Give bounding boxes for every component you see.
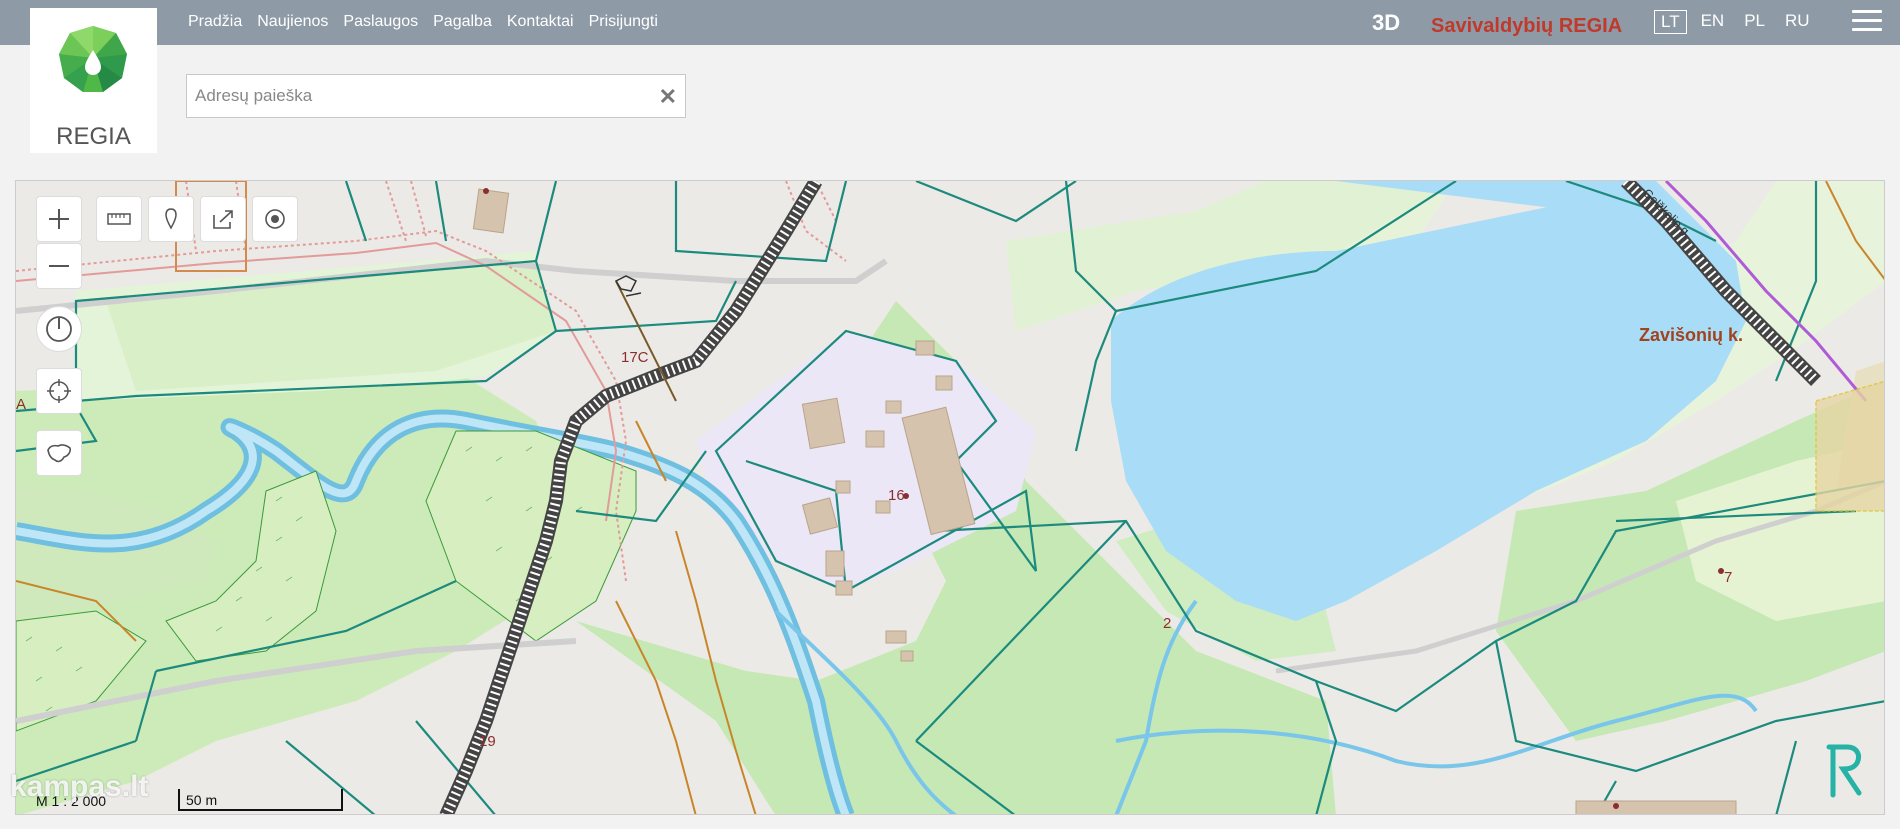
lang-en[interactable]: EN — [1695, 10, 1731, 34]
scale-bar-label: 50 m — [186, 792, 218, 808]
nav-item-login[interactable]: Prisijungti — [589, 13, 658, 31]
minus-icon — [49, 265, 69, 267]
share-icon — [213, 210, 233, 229]
pin-icon — [165, 208, 177, 230]
locate-button[interactable] — [252, 196, 298, 242]
nav-item-contacts[interactable]: Kontaktai — [507, 13, 574, 31]
marker-button[interactable] — [148, 196, 194, 242]
map-view[interactable]: 17C 16 2 7 19 A Zavišonių k. Gelžkelio g… — [15, 180, 1885, 815]
scale-bar: 50 m — [178, 789, 343, 811]
map-label-16: 16 — [888, 487, 905, 504]
3d-mode-button[interactable]: 3D — [1372, 10, 1400, 36]
crosshair-icon — [47, 379, 71, 403]
zoom-out-button[interactable] — [36, 243, 82, 289]
target-icon — [265, 209, 285, 229]
map-canvas[interactable] — [16, 181, 1885, 815]
map-label-a: A — [16, 396, 27, 413]
zoom-in-button[interactable] — [36, 196, 82, 242]
menu-icon[interactable] — [1852, 10, 1882, 36]
plus-icon — [49, 209, 69, 229]
language-switcher: LT EN PL RU — [1654, 10, 1816, 34]
ruler-icon — [107, 213, 131, 225]
lang-ru[interactable]: RU — [1779, 10, 1816, 34]
nav-item-help[interactable]: Pagalba — [433, 13, 492, 31]
measure-button[interactable] — [96, 196, 142, 242]
rc-logo-icon — [1826, 744, 1862, 798]
map-label-7: 7 — [1724, 569, 1733, 586]
nav-item-home[interactable]: Pradžia — [188, 13, 242, 31]
watermark: kampas.lt — [10, 770, 149, 803]
country-extent-button[interactable] — [36, 430, 82, 476]
search-input[interactable] — [187, 75, 647, 117]
logo-text: REGIA — [56, 123, 131, 150]
lang-lt[interactable]: LT — [1654, 10, 1687, 34]
compass-button[interactable] — [36, 306, 82, 352]
address-search: ✕ — [186, 74, 686, 118]
lithuania-map-icon — [47, 444, 71, 463]
regia-logo-icon — [59, 26, 127, 92]
nav-item-news[interactable]: Naujienos — [257, 13, 328, 31]
nav-item-services[interactable]: Paslaugos — [343, 13, 418, 31]
village-label: Zavišonių k. — [1639, 325, 1744, 345]
share-button[interactable] — [200, 196, 246, 242]
map-label-19: 19 — [479, 733, 496, 750]
map-label-2: 2 — [1163, 615, 1172, 632]
compass-icon — [46, 316, 72, 342]
lang-pl[interactable]: PL — [1738, 10, 1771, 34]
logo[interactable]: REGIA — [30, 8, 157, 153]
main-nav: Pradžia Naujienos Paslaugos Pagalba Kont… — [188, 13, 658, 31]
municipality-title[interactable]: Savivaldybių REGIA — [1431, 15, 1622, 38]
crosshair-button[interactable] — [36, 368, 82, 414]
clear-icon[interactable]: ✕ — [659, 84, 677, 110]
map-label-17c: 17C — [621, 349, 649, 366]
top-bar: Pradžia Naujienos Paslaugos Pagalba Kont… — [0, 0, 1900, 45]
